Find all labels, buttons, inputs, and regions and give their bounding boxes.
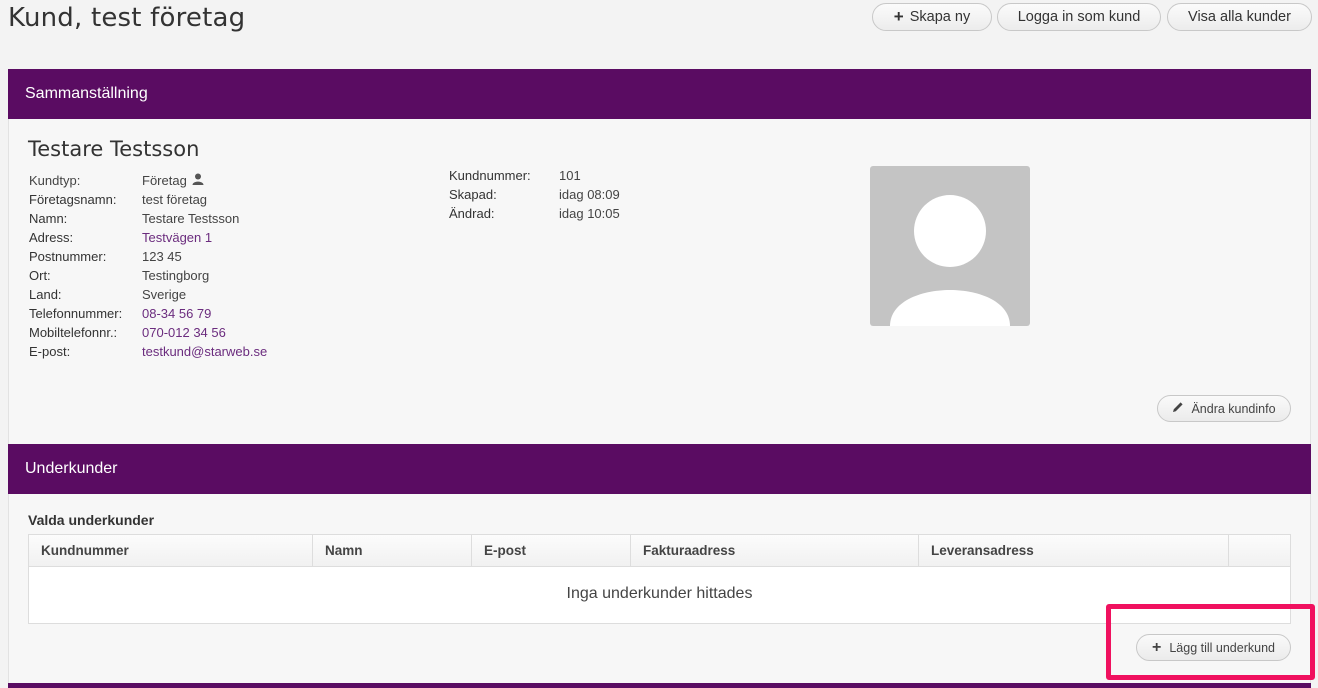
field-value: 123 45 — [142, 249, 182, 264]
edit-customer-button[interactable]: Ändra kundinfo — [1157, 395, 1291, 422]
meta-label: Skapad: — [449, 187, 497, 202]
subcustomers-heading: Underkunder — [8, 444, 1311, 494]
create-new-button[interactable]: + Skapa ny — [872, 3, 992, 31]
field-label: Land: — [29, 287, 62, 302]
field-label: E-post: — [29, 344, 71, 359]
column-header-namn[interactable]: Namn — [313, 535, 472, 566]
column-header-fakturaadress[interactable]: Fakturaadress — [631, 535, 919, 566]
field-value: Sverige — [142, 287, 187, 302]
field-label: Namn: — [29, 211, 68, 226]
avatar — [870, 166, 1030, 326]
field-label: Postnummer: — [29, 249, 107, 264]
customer-name: Testare Testsson — [28, 137, 200, 161]
field-label: Adress: — [29, 230, 74, 245]
field-value: test företag — [142, 192, 208, 207]
edit-customer-label: Ändra kundinfo — [1191, 401, 1276, 416]
create-new-label: Skapa ny — [909, 9, 971, 25]
login-as-customer-label: Logga in som kund — [1017, 9, 1141, 25]
meta-label: Ändrad: — [449, 206, 495, 221]
selected-subcustomers-title: Valda underkunder — [28, 512, 155, 528]
person-placeholder-icon — [890, 195, 1010, 326]
show-all-customers-button[interactable]: Visa alla kunder — [1167, 3, 1312, 31]
summary-heading: Sammanställning — [8, 69, 1311, 119]
login-as-customer-button[interactable]: Logga in som kund — [997, 3, 1161, 31]
field-label: Företagsnamn: — [29, 192, 117, 207]
empty-table-message: Inga underkunder hittades — [566, 585, 753, 602]
subcustomers-table: Kundnummer Namn E-post Fakturaadress Lev… — [28, 534, 1291, 624]
field-label: Ort: — [29, 268, 51, 283]
address-link[interactable]: Testvägen 1 — [142, 228, 212, 247]
meta-label: Kundnummer: — [449, 168, 531, 183]
customer-number-value: 101 — [559, 168, 581, 183]
page-title: Kund, test företag — [8, 3, 246, 33]
column-header-kundnummer[interactable]: Kundnummer — [29, 535, 313, 566]
highlight-box — [1106, 604, 1315, 680]
field-value: Testare Testsson — [142, 211, 240, 226]
field-row-kundtyp: Kundtyp: — [29, 171, 80, 190]
column-header-epost[interactable]: E-post — [472, 535, 631, 566]
field-label: Telefonnummer: — [29, 306, 123, 321]
field-label: Mobiltelefonnr.: — [29, 325, 118, 340]
table-header: Kundnummer Namn E-post Fakturaadress Lev… — [29, 535, 1290, 567]
plus-icon: + — [893, 7, 904, 26]
created-value: idag 08:09 — [559, 187, 620, 202]
phone-link[interactable]: 08-34 56 79 — [142, 304, 211, 323]
field-value: Företag — [142, 173, 187, 188]
email-link[interactable]: testkund@starweb.se — [142, 342, 267, 361]
user-icon — [192, 171, 204, 190]
field-value-kundtyp: Företag — [142, 171, 204, 190]
field-value: Testingborg — [142, 268, 210, 283]
mobile-link[interactable]: 070-012 34 56 — [142, 323, 226, 342]
summary-panel — [8, 69, 1311, 444]
modified-value: idag 10:05 — [559, 206, 620, 221]
field-label: Kundtyp: — [29, 173, 81, 188]
next-panel-heading-edge — [8, 683, 1311, 688]
show-all-customers-label: Visa alla kunder — [1188, 9, 1291, 25]
pencil-icon — [1172, 401, 1184, 416]
column-header-leveransadress[interactable]: Leveransadress — [919, 535, 1229, 566]
